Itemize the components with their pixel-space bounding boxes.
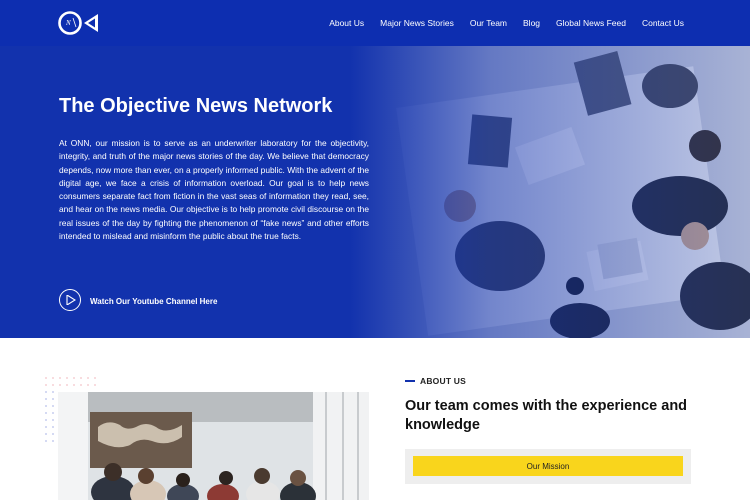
onn-logo[interactable]: N — [58, 10, 100, 36]
nav-our-team[interactable]: Our Team — [470, 18, 507, 28]
nav-about-us[interactable]: About Us — [329, 18, 364, 28]
nav-major-news-stories[interactable]: Major News Stories — [380, 18, 454, 28]
team-office-photo — [58, 392, 369, 500]
mission-panel: Our Mission — [405, 449, 691, 484]
about-heading: Our team comes with the experience and k… — [405, 398, 688, 433]
nav-global-news-feed[interactable]: Global News Feed — [556, 18, 626, 28]
hero-section: The Objective News Network At ONN, our m… — [0, 46, 750, 338]
our-mission-button[interactable]: Our Mission — [413, 456, 683, 476]
hero-title: The Objective News Network — [59, 95, 333, 117]
about-us-label: ABOUT US — [405, 376, 466, 386]
hero-team-meeting-photo — [350, 46, 750, 338]
nav-blog[interactable]: Blog — [523, 18, 540, 28]
youtube-play-button[interactable] — [59, 289, 81, 311]
play-icon — [66, 295, 76, 305]
about-us-text: ABOUT US — [420, 376, 466, 386]
youtube-channel-link[interactable]: Watch Our Youtube Channel Here — [90, 297, 217, 306]
svg-text:N: N — [65, 19, 71, 27]
main-nav: About Us Major News Stories Our Team Blo… — [313, 0, 684, 46]
nav-contact-us[interactable]: Contact Us — [642, 18, 684, 28]
hero-description: At ONN, our mission is to serve as an un… — [59, 138, 369, 242]
site-header: N About Us Major News Stories Our Team B… — [0, 0, 750, 46]
accent-line — [405, 380, 415, 382]
